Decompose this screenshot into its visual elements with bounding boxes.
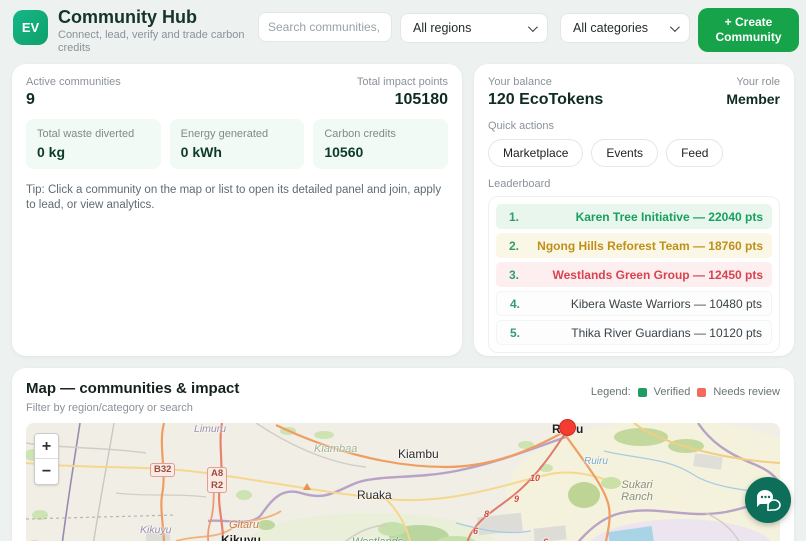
region-filter-select[interactable]: All regions <box>400 13 548 43</box>
category-filter-select[interactable]: All categories <box>560 13 690 43</box>
verified-swatch-icon <box>637 387 647 397</box>
chat-bubbles-icon <box>757 490 781 511</box>
marketplace-button[interactable]: Marketplace <box>488 139 584 167</box>
role-value: Member <box>726 91 780 107</box>
road-badge-b32-text: B32 <box>154 464 172 475</box>
leaderboard-row[interactable]: 3. Westlands Green Group — 12450 pts <box>496 262 772 287</box>
search-input[interactable] <box>258 12 392 42</box>
leaderboard-entry: Thika River Guardians — 10120 pts <box>571 325 762 340</box>
road-number: 9 <box>514 494 520 504</box>
role-label: Your role <box>736 76 780 88</box>
leaderboard-entry: Karen Tree Initiative — 22040 pts <box>575 209 763 224</box>
road-number: 6 <box>543 537 548 541</box>
map-label-kikuyu-area: Kikuyu <box>140 524 172 536</box>
feed-button[interactable]: Feed <box>666 139 724 167</box>
map-label-kikuyu-town: Kikuyu <box>221 533 262 541</box>
needs-review-marker[interactable] <box>559 419 576 436</box>
road-badge-a8-r2: A8 R2 <box>207 467 228 493</box>
map-container: Limuru Kiambaa Kiambu Ruaka Westlands Ki… <box>26 419 780 541</box>
region-filter-value: All regions <box>413 21 472 35</box>
leaderboard-row[interactable]: 1. Karen Tree Initiative — 22040 pts <box>496 204 772 229</box>
road-badge-r2-text: R2 <box>211 480 224 491</box>
quick-actions-label: Quick actions <box>488 120 555 132</box>
map-label-kiambaa: Kiambaa <box>314 443 358 455</box>
leaderboard-rank: 5. <box>510 325 521 340</box>
stat-waste: Total waste diverted 0 kg <box>26 119 161 169</box>
stats-row: Total waste diverted 0 kg Energy generat… <box>26 119 449 169</box>
leaderboard-rank: 4. <box>510 296 521 311</box>
app-logo-text: EV <box>21 20 40 35</box>
map-zoom-control: + − <box>34 433 59 485</box>
leaderboard-row[interactable]: 4. Kibera Waste Warriors — 10480 pts <box>496 291 772 316</box>
road-badge-a8-text: A8 <box>211 468 224 479</box>
map-subtitle: Filter by region/category or search <box>26 402 193 414</box>
page-subtitle: Connect, lead, verify and trade carbon c… <box>58 29 245 54</box>
stat-credits-value: 10560 <box>324 144 364 160</box>
active-communities-label: Active communities <box>26 76 121 88</box>
stat-waste-label: Total waste diverted <box>37 128 135 140</box>
impact-points-label: Total impact points <box>356 76 448 88</box>
account-card: Your balance 120 EcoTokens Your role Mem… <box>474 64 794 356</box>
create-community-button[interactable]: + Create Community <box>698 8 799 52</box>
page-title: Community Hub <box>58 7 197 27</box>
map-legend: Legend: Verified Needs review <box>591 386 780 398</box>
zoom-out-button[interactable]: − <box>35 459 58 484</box>
map-label-sukari-ranch: Sukari Ranch <box>621 479 653 503</box>
stat-waste-value: 0 kg <box>37 144 66 160</box>
map-label-westlands: Westlands <box>352 536 403 541</box>
stat-energy-value: 0 kWh <box>180 144 222 160</box>
chat-fab-button[interactable] <box>745 477 791 523</box>
road-number: 6 <box>473 526 479 536</box>
map-label-limuru: Limuru <box>194 423 227 435</box>
quick-actions-row: Marketplace Events Feed <box>488 139 780 167</box>
impact-points-value: 105180 <box>394 91 448 108</box>
app-header: EV Community Hub Connect, lead, verify a… <box>0 0 806 60</box>
community-hub-page: EV Community Hub Connect, lead, verify a… <box>0 0 806 541</box>
map-label-gitaru: Gitaru <box>229 519 259 531</box>
leaderboard-entry: Ngong Hills Reforest Team — 18760 pts <box>537 238 763 253</box>
chevron-down-icon <box>527 21 538 32</box>
leaderboard-row[interactable]: 2. Ngong Hills Reforest Team — 18760 pts <box>496 233 772 258</box>
road-number: 8 <box>484 509 490 519</box>
active-communities-value: 9 <box>26 91 35 108</box>
app-logo: EV <box>13 10 48 45</box>
road-number: 10 <box>530 473 541 483</box>
leaderboard-entry: Kibera Waste Warriors — 10480 pts <box>570 296 762 311</box>
leaderboard-rank: 3. <box>509 267 520 282</box>
leaderboard-entry: Westlands Green Group — 12450 pts <box>552 267 763 282</box>
map-card: Map — communities & impact Filter by reg… <box>12 368 794 541</box>
map-label-ruiru-river: Ruiru <box>584 456 608 467</box>
leaderboard-row[interactable]: 5. Thika River Guardians — 10120 pts <box>496 320 772 345</box>
events-button[interactable]: Events <box>591 139 659 167</box>
balance-value: 120 EcoTokens <box>488 91 604 108</box>
stat-energy: Energy generated 0 kWh <box>169 119 305 169</box>
chevron-down-icon <box>669 21 680 32</box>
tip-text: Tip: Click a community on the map or lis… <box>26 184 442 211</box>
balance-label: Your balance <box>488 76 552 88</box>
legend-needs-review: Needs review <box>713 386 780 398</box>
legend-verified: Verified <box>653 386 691 398</box>
leaderboard-label: Leaderboard <box>488 178 551 190</box>
stat-credits-label: Carbon credits <box>324 128 396 140</box>
stat-credits: Carbon credits 10560 <box>313 119 449 169</box>
road-badge-b32: B32 <box>150 463 176 477</box>
leaderboard-rank: 1. <box>509 209 520 224</box>
zoom-in-button[interactable]: + <box>35 434 58 459</box>
map-label-ruaka: Ruaka <box>357 488 392 502</box>
legend-label: Legend: <box>590 386 631 398</box>
stat-energy-label: Energy generated <box>180 128 269 140</box>
leaderboard-list: 1. Karen Tree Initiative — 22040 pts 2. … <box>488 196 780 353</box>
needs-review-swatch-icon <box>697 387 707 397</box>
map-label-kiambu: Kiambu <box>398 447 439 461</box>
category-filter-value: All categories <box>573 21 649 35</box>
overview-card: Active communities 9 Total impact points… <box>12 64 462 356</box>
leaderboard-rank: 2. <box>509 238 520 253</box>
map-title: Map — communities & impact <box>26 380 240 397</box>
